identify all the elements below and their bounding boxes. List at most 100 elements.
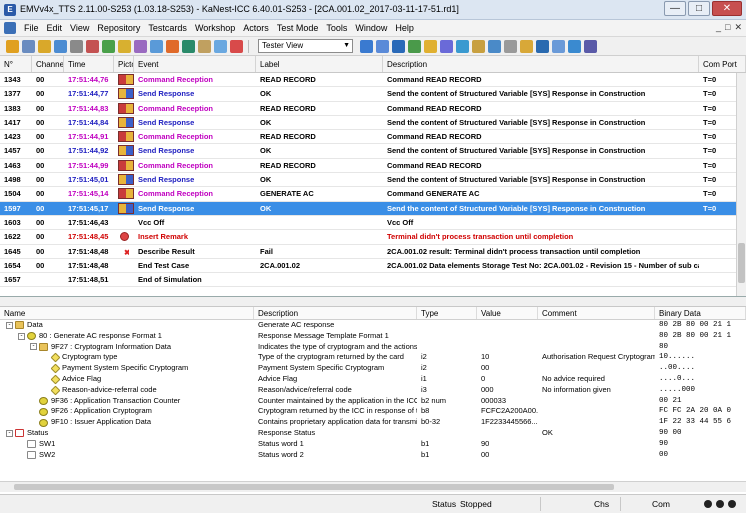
minimize-button[interactable]: — bbox=[664, 1, 686, 16]
toolbar-tool-icon[interactable] bbox=[408, 39, 421, 53]
tree-row[interactable]: - Status Response Status OK 90 00 bbox=[0, 428, 746, 439]
table-row[interactable]: 1343 00 17:51:44,76 Command Reception READ R… bbox=[0, 73, 736, 88]
mdi-restore-button[interactable]: □ bbox=[725, 22, 730, 33]
table-row[interactable]: 1622 00 17:51:48,45 Insert Remark Terminal d… bbox=[0, 230, 736, 245]
tree-row[interactable]: Cryptogram type Type of the cryptogram re… bbox=[0, 352, 746, 363]
col-binary-data[interactable]: Binary Data bbox=[655, 307, 746, 319]
menu-test-mode[interactable]: Test Mode bbox=[273, 23, 323, 33]
menu-window[interactable]: Window bbox=[351, 23, 391, 33]
menu-edit[interactable]: Edit bbox=[43, 23, 67, 33]
mdi-close-button[interactable]: ✕ bbox=[734, 22, 742, 33]
collapse-icon[interactable]: - bbox=[30, 343, 37, 351]
tree-row[interactable]: SW1 Status word 1 b1 90 90 bbox=[0, 439, 746, 450]
toolbar-tool-icon[interactable] bbox=[6, 39, 19, 53]
scrollbar-thumb[interactable] bbox=[14, 484, 614, 490]
toolbar-tool-icon[interactable] bbox=[536, 39, 549, 53]
col-event[interactable]: Event bbox=[134, 56, 256, 72]
toolbar-tool-icon[interactable] bbox=[198, 39, 211, 53]
col-com-port[interactable]: Com Port bbox=[699, 56, 746, 72]
tree-row[interactable]: 9F36 : Application Transaction Counter Co… bbox=[0, 396, 746, 407]
toolbar-tool-icon[interactable] bbox=[520, 39, 533, 53]
toolbar-tool-icon[interactable] bbox=[230, 39, 243, 53]
table-row[interactable]: 1645 00 17:51:48,48 ✖ Describe Result Fail 2CA… bbox=[0, 245, 736, 259]
col-comment[interactable]: Comment bbox=[538, 307, 655, 319]
menu-help[interactable]: Help bbox=[391, 23, 418, 33]
toolbar-tool-icon[interactable] bbox=[568, 39, 581, 53]
col-time[interactable]: Time bbox=[64, 56, 114, 72]
table-row[interactable]: 1504 00 17:51:45,14 Command Reception GENERA… bbox=[0, 187, 736, 202]
pane-splitter[interactable] bbox=[0, 297, 746, 307]
collapse-icon[interactable]: - bbox=[6, 321, 13, 329]
table-row[interactable]: 1654 00 17:51:48,48 End Test Case 2CA.001.02… bbox=[0, 259, 736, 274]
document-icon[interactable] bbox=[4, 22, 16, 34]
menu-tools[interactable]: Tools bbox=[322, 23, 351, 33]
col-value[interactable]: Value bbox=[477, 307, 538, 319]
collapse-icon[interactable]: - bbox=[18, 332, 25, 340]
col-type[interactable]: Type bbox=[417, 307, 477, 319]
tree-row[interactable]: - 80 : Generate AC response Format 1 Respo… bbox=[0, 331, 746, 342]
toolbar-tool-icon[interactable] bbox=[424, 39, 437, 53]
toolbar-tool-icon[interactable] bbox=[70, 39, 83, 53]
table-row[interactable]: 1417 00 17:51:44,84 Send Response OK Send the… bbox=[0, 116, 736, 131]
table-row[interactable]: 1423 00 17:51:44,91 Command Reception READ R… bbox=[0, 130, 736, 145]
col-number[interactable]: N° bbox=[0, 56, 32, 72]
tree-row[interactable]: - Data Generate AC response 80 2B 80 00 21 … bbox=[0, 320, 746, 331]
toolbar-tool-icon[interactable] bbox=[440, 39, 453, 53]
table-row[interactable]: 1603 00 17:51:46,43 Vcc Off Vcc Off bbox=[0, 216, 736, 231]
toolbar-tool-icon[interactable] bbox=[22, 39, 35, 53]
toolbar-tool-icon[interactable] bbox=[182, 39, 195, 53]
menu-view[interactable]: View bbox=[66, 23, 93, 33]
view-select[interactable]: Tester View ▼ bbox=[258, 39, 353, 53]
tree-row[interactable]: - 9F27 : Cryptogram Information Data Indic… bbox=[0, 342, 746, 353]
col-label[interactable]: Label bbox=[256, 56, 383, 72]
grid-scrollbar[interactable] bbox=[736, 73, 746, 296]
menu-testcards[interactable]: Testcards bbox=[144, 23, 191, 33]
table-row[interactable]: 1498 00 17:51:45,01 Send Response OK Send the… bbox=[0, 173, 736, 188]
toolbar-tool-icon[interactable] bbox=[118, 39, 131, 53]
toolbar-tool-icon[interactable] bbox=[214, 39, 227, 53]
toolbar-tool-icon[interactable] bbox=[166, 39, 179, 53]
tree-row[interactable]: 9F10 : Issuer Application Data Contains p… bbox=[0, 417, 746, 428]
scrollbar-thumb[interactable] bbox=[738, 243, 745, 283]
table-row[interactable]: 1657 17:51:48,51 End of Simulation bbox=[0, 273, 736, 288]
tree-row[interactable]: SW2 Status word 2 b1 00 00 bbox=[0, 450, 746, 461]
tree-row[interactable]: Payment System Specific Cryptogram Paymen… bbox=[0, 363, 746, 374]
toolbar-tool-icon[interactable] bbox=[504, 39, 517, 53]
toolbar-tool-icon[interactable] bbox=[552, 39, 565, 53]
tree-row[interactable]: Advice Flag Advice Flag i1 0 No advice requi… bbox=[0, 374, 746, 385]
toolbar-tool-icon[interactable] bbox=[488, 39, 501, 53]
toolbar-tool-icon[interactable] bbox=[360, 39, 373, 53]
toolbar-tool-icon[interactable] bbox=[102, 39, 115, 53]
table-row[interactable]: 1457 00 17:51:44,92 Send Response OK Send the… bbox=[0, 144, 736, 159]
table-row[interactable]: 1383 00 17:51:44,83 Command Reception READ R… bbox=[0, 102, 736, 116]
col-picto[interactable]: Picto bbox=[114, 56, 134, 72]
tree-hscrollbar[interactable] bbox=[0, 481, 746, 492]
toolbar-tool-icon[interactable] bbox=[54, 39, 67, 53]
table-row[interactable]: 1463 00 17:51:44,99 Command Reception READ R… bbox=[0, 159, 736, 174]
menu-repository[interactable]: Repository bbox=[93, 23, 144, 33]
toolbar-tool-icon[interactable] bbox=[472, 39, 485, 53]
table-row[interactable]: 1597 00 17:51:45,17 Send Response OK Send the… bbox=[0, 201, 736, 216]
toolbar-tool-icon[interactable] bbox=[584, 39, 597, 53]
toolbar-tool-icon[interactable] bbox=[134, 39, 147, 53]
col-tree-description[interactable]: Description bbox=[254, 307, 417, 319]
mdi-minimize-button[interactable]: _ bbox=[716, 22, 721, 33]
toolbar-tool-icon[interactable] bbox=[376, 39, 389, 53]
toolbar-tool-icon[interactable] bbox=[456, 39, 469, 53]
maximize-button[interactable]: □ bbox=[688, 1, 710, 16]
tree-row[interactable]: 9F26 : Application Cryptogram Cryptogram … bbox=[0, 406, 746, 417]
toolbar-tool-icon[interactable] bbox=[150, 39, 163, 53]
menu-actors[interactable]: Actors bbox=[239, 23, 273, 33]
col-description[interactable]: Description bbox=[383, 56, 699, 72]
col-channel[interactable]: Channel bbox=[32, 56, 64, 72]
toolbar-tool-icon[interactable] bbox=[38, 39, 51, 53]
toolbar-tool-icon[interactable] bbox=[392, 39, 405, 53]
collapse-icon[interactable]: - bbox=[6, 429, 13, 437]
table-row[interactable]: 1377 00 17:51:44,77 Send Response OK Send the… bbox=[0, 87, 736, 102]
tree-row[interactable]: Reason-advice-referral code Reason/advice… bbox=[0, 385, 746, 396]
close-button[interactable]: ✕ bbox=[712, 1, 742, 16]
menu-file[interactable]: File bbox=[20, 23, 43, 33]
col-name[interactable]: Name bbox=[0, 307, 254, 319]
toolbar-tool-icon[interactable] bbox=[86, 39, 99, 53]
menu-workshop[interactable]: Workshop bbox=[191, 23, 239, 33]
